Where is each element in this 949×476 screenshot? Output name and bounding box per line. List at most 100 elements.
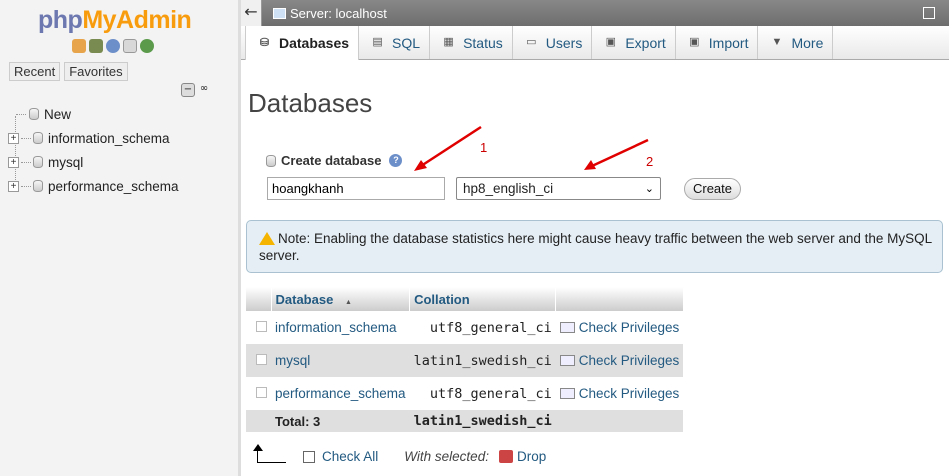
database-icon: ⛁	[259, 36, 270, 49]
collation-value: utf8_general_ci	[429, 385, 552, 402]
database-name-input[interactable]	[267, 177, 445, 200]
help-icon[interactable]	[106, 39, 120, 53]
expand-icon[interactable]: +	[8, 132, 19, 144]
server-icon	[273, 7, 286, 19]
bulk-actions: Check All With selected: Drop	[253, 444, 546, 464]
tree-item-information-schema[interactable]: + information_schema	[8, 128, 170, 148]
check-privileges-link[interactable]: Check Privileges	[559, 353, 679, 368]
help-icon[interactable]: ?	[389, 154, 403, 167]
annotation-number-1: 1	[480, 140, 488, 155]
tab-label: SQL	[392, 34, 421, 51]
database-icon	[33, 180, 43, 192]
tree-item-performance-schema[interactable]: + performance_schema	[8, 176, 179, 196]
tree-item-label: performance_schema	[48, 178, 179, 194]
create-database-text: Create database	[281, 153, 382, 168]
database-link[interactable]: information_schema	[275, 320, 397, 335]
recent-tab[interactable]: Recent	[9, 62, 61, 81]
header-label: Database	[275, 291, 334, 307]
maximize-icon[interactable]	[923, 7, 935, 19]
row-checkbox[interactable]	[256, 387, 267, 398]
database-link[interactable]: performance_schema	[275, 386, 406, 401]
tree-item-label: mysql	[48, 154, 84, 170]
tab-label: Import	[708, 34, 749, 51]
total-row: Total: 3 latin1_swedish_ci	[246, 410, 684, 432]
privileges-icon	[559, 388, 575, 399]
server-breadcrumb[interactable]: Server: localhost	[290, 6, 387, 21]
with-selected-label: With selected:	[404, 449, 489, 464]
create-button[interactable]: Create	[684, 178, 741, 200]
table-row: mysql latin1_swedish_ci Check Privileges	[246, 344, 684, 377]
page-title: Databases	[248, 88, 373, 118]
expand-icon[interactable]: +	[8, 180, 19, 192]
tab-sql[interactable]: ▤ SQL	[359, 26, 431, 59]
row-checkbox[interactable]	[256, 321, 267, 332]
row-checkbox[interactable]	[256, 354, 267, 365]
server-breadcrumb-bar: ← Server: localhost	[241, 0, 949, 26]
phpmyadmin-logo[interactable]: phpMyAdmin	[38, 6, 192, 35]
database-icon	[33, 132, 43, 144]
annotation-arrowhead-2	[584, 160, 596, 170]
check-all-checkbox[interactable]	[303, 450, 315, 463]
arrow-up-icon	[253, 444, 286, 463]
tab-users[interactable]: ▭ Users	[513, 26, 593, 59]
tab-label: Export	[625, 34, 666, 51]
collation-value: latin1_swedish_ci	[409, 344, 556, 377]
link-label: Check Privileges	[578, 386, 680, 401]
quick-icons	[72, 39, 154, 53]
check-privileges-link[interactable]: Check Privileges	[559, 386, 680, 401]
database-link[interactable]: mysql	[275, 353, 310, 368]
select-column-header	[246, 287, 272, 311]
database-icon	[33, 156, 43, 168]
tab-label: Users	[545, 34, 583, 51]
check-privileges-link[interactable]: Check Privileges	[559, 320, 679, 335]
annotation-arrow-2	[591, 138, 649, 168]
tab-label: Status	[463, 34, 503, 51]
sql-icon: ▤	[372, 36, 383, 48]
tab-status[interactable]: ▦ Status	[430, 26, 513, 59]
collation-select-value: hp8_english_ci	[463, 181, 554, 196]
tab-databases[interactable]: ⛁ Databases	[245, 26, 360, 60]
warning-icon	[259, 232, 275, 245]
create-database-label: Create database ?	[266, 153, 403, 168]
tree-item-new[interactable]: New	[8, 104, 71, 124]
export-icon: ▣	[605, 36, 617, 48]
import-icon: ▣	[689, 36, 700, 48]
collapse-all-icon[interactable]: −	[181, 83, 195, 97]
reload-icon[interactable]	[140, 39, 154, 53]
note-text: Note: Enabling the database statistics h…	[259, 231, 932, 263]
tab-export[interactable]: ▣ Export	[592, 26, 676, 59]
collation-column-header[interactable]: Collation	[409, 287, 557, 311]
tab-more[interactable]: ▼ More	[758, 26, 834, 59]
action-column-header	[555, 287, 684, 311]
chevron-down-icon: ⌄	[644, 183, 654, 195]
home-icon[interactable]	[72, 39, 86, 53]
tree-item-mysql[interactable]: + mysql	[8, 152, 83, 172]
tab-import[interactable]: ▣ Import	[676, 26, 759, 59]
tab-label: More	[791, 34, 824, 51]
new-database-icon	[29, 108, 39, 120]
tree-item-label: information_schema	[48, 130, 170, 146]
drop-link[interactable]: Drop	[517, 449, 546, 464]
favorites-tab[interactable]: Favorites	[64, 62, 128, 81]
logout-icon[interactable]	[89, 39, 103, 53]
drop-icon[interactable]	[498, 450, 513, 463]
database-column-header[interactable]: Database ▲	[271, 287, 411, 311]
link-icon[interactable]: ∞	[198, 83, 210, 95]
collation-select[interactable]: hp8_english_ci ⌄	[456, 177, 661, 200]
back-arrow-icon[interactable]: ←	[241, 0, 262, 26]
expand-icon[interactable]: +	[8, 156, 19, 168]
annotation-arrow-1	[420, 125, 482, 168]
table-row: information_schema utf8_general_ci Check…	[246, 311, 683, 344]
collation-value: utf8_general_ci	[429, 319, 552, 336]
new-database-icon	[266, 154, 276, 167]
main-tabs: ⛁ Databases ▤ SQL ▦ Status ▭ Users ▣ Export ▣…	[241, 26, 949, 60]
tab-label: Databases	[279, 35, 350, 51]
privileges-icon	[559, 322, 575, 333]
annotation-arrowhead-1	[414, 160, 427, 171]
statistics-note: Note: Enabling the database statistics h…	[246, 220, 943, 273]
check-all-label[interactable]: Check All	[322, 449, 378, 464]
panel-resizer[interactable]	[238, 0, 241, 476]
docs-icon[interactable]	[123, 39, 137, 53]
status-icon: ▦	[443, 36, 454, 48]
total-collation: latin1_swedish_ci	[409, 410, 556, 432]
